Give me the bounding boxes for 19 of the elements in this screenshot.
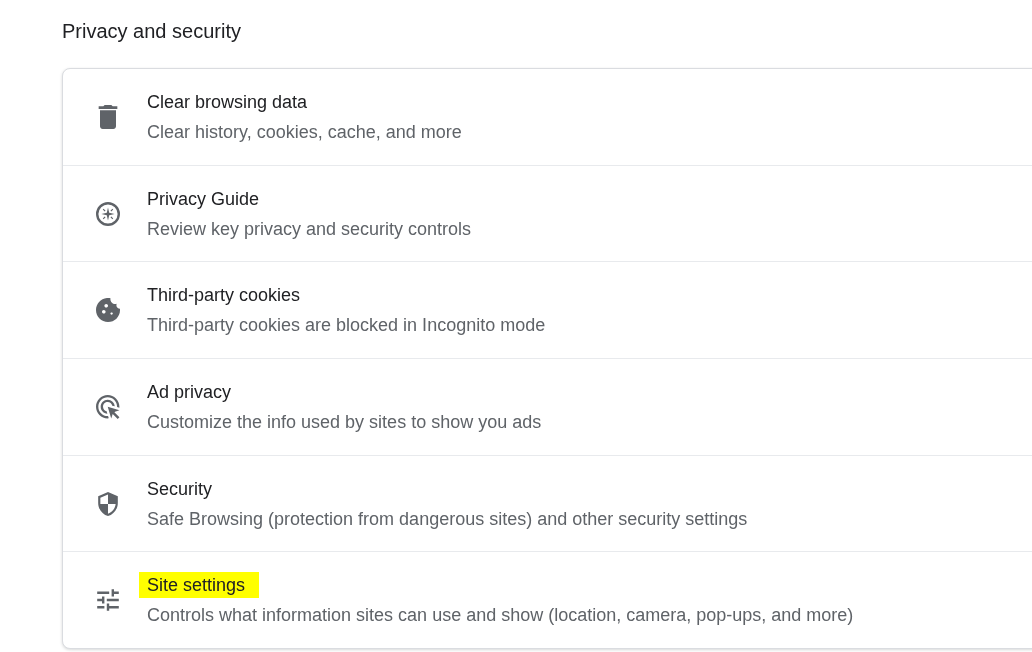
row-description: Customize the info used by sites to show you ads xyxy=(147,410,542,434)
row-title[interactable]: Site settings xyxy=(139,572,260,599)
row-description: Clear history, cookies, cache, and more xyxy=(147,120,462,144)
row-title[interactable]: Ad privacy xyxy=(147,378,232,405)
shield-icon xyxy=(96,491,120,516)
row-description: Controls what information sites can use and show (location, camera, pop-ups, and more) xyxy=(147,604,854,628)
row-description: Safe Browsing (protection from dangerous sites) and other security settings xyxy=(147,507,748,531)
compass-icon xyxy=(96,201,120,226)
row-description: Third-party cookies are blocked in Incognito mode xyxy=(147,314,546,338)
row-title[interactable]: Privacy Guide xyxy=(147,185,260,212)
row-title[interactable]: Clear browsing data xyxy=(147,88,308,115)
section-title: Privacy and security xyxy=(62,19,241,44)
target-cursor-icon xyxy=(96,394,120,419)
row-description: Review key privacy and security controls xyxy=(147,217,472,241)
cookie-icon xyxy=(96,298,120,323)
row-title[interactable]: Security xyxy=(147,475,213,502)
row-title[interactable]: Third-party cookies xyxy=(147,282,301,309)
sliders-icon xyxy=(96,588,120,613)
trash-icon xyxy=(96,104,120,129)
